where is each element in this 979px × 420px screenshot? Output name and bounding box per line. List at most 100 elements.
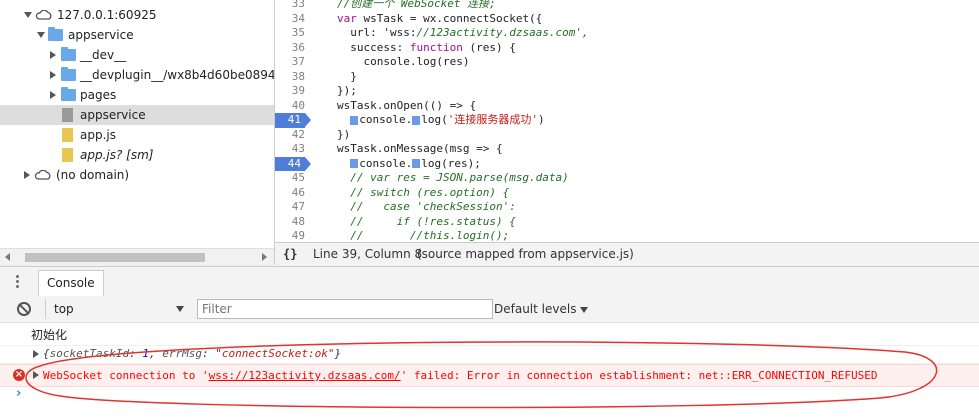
line-number[interactable]: 47	[275, 200, 305, 215]
code-line[interactable]: // //this.login();	[337, 229, 509, 242]
code-line[interactable]: wsTask.onOpen(() => {	[337, 99, 476, 114]
scrollbar-thumb[interactable]	[25, 253, 205, 262]
line-number[interactable]: 49	[275, 229, 305, 242]
tree-item-origin[interactable]: 127.0.0.1:60925	[0, 5, 274, 25]
filter-input[interactable]	[197, 299, 493, 319]
console-object-message[interactable]: {socketTaskId: 1, errMsg: "connectSocket…	[0, 345, 979, 364]
tree-item-folder[interactable]: __devplugin__/wx8b4d60be0894239e	[0, 65, 274, 85]
line-number[interactable]: 35	[275, 26, 305, 41]
line-number[interactable]: 40	[275, 99, 305, 114]
brace-close: }	[334, 347, 342, 360]
tree-item-label: appservice	[68, 28, 134, 42]
sources-navigator: 127.0.0.1:60925 appservice __dev__ __dev…	[0, 0, 275, 265]
tree-item-file[interactable]: app.js	[0, 125, 274, 145]
cursor-position: Line 39, Column 8	[313, 247, 423, 261]
code-line[interactable]: // case 'checkSession':	[337, 200, 516, 215]
line-number[interactable]: 46	[275, 186, 305, 201]
tree-item-label: __dev__	[80, 48, 127, 62]
expand-stack-icon[interactable]	[33, 371, 39, 379]
scroll-right-icon[interactable]	[262, 253, 267, 261]
code-line[interactable]: })	[337, 128, 350, 143]
scroll-left-icon[interactable]	[5, 253, 10, 261]
tree-item-file[interactable]: app.js? [sm]	[0, 145, 274, 165]
code-line[interactable]: success: function (res) {	[337, 41, 516, 56]
code-line[interactable]: url: 'wss://123activity.dzsaas.com',	[337, 26, 588, 41]
code-line[interactable]: });	[337, 84, 357, 99]
code-line[interactable]: //创建一个 WebSocket 连接;	[337, 0, 496, 12]
drawer-menu-icon[interactable]	[15, 274, 21, 290]
tree-item-label: app.js	[80, 128, 116, 142]
code-line[interactable]: console. log('连接服务器成功')	[337, 113, 545, 128]
tree-item-folder[interactable]: __dev__	[0, 45, 274, 65]
line-number[interactable]: 33	[275, 0, 305, 12]
code-line[interactable]: var wsTask = wx.connectSocket({	[337, 12, 542, 27]
folder-icon	[61, 67, 76, 81]
line-number[interactable]: 48	[275, 215, 305, 230]
code-line[interactable]: console. log(res);	[337, 157, 481, 172]
brace-open: {	[43, 347, 50, 360]
code-line[interactable]: wsTask.onMessage(msg => {	[337, 142, 503, 157]
collapse-arrow-icon[interactable]	[50, 91, 56, 99]
pretty-print-button[interactable]: {}	[283, 243, 297, 266]
clear-console-icon[interactable]	[17, 302, 31, 316]
log-levels-dropdown[interactable]: Default levels	[494, 299, 589, 319]
error-text: WebSocket connection to 'wss://123activi…	[43, 365, 877, 386]
line-number[interactable]: 39	[275, 84, 305, 99]
tree-item-label: app.js? [sm]	[80, 148, 154, 162]
code-line[interactable]: // switch (res.option) {	[337, 186, 509, 201]
cloud-icon	[35, 10, 52, 20]
collapse-arrow-icon[interactable]	[24, 171, 30, 179]
collapse-arrow-icon[interactable]	[50, 51, 56, 59]
line-number[interactable]: 43	[275, 142, 305, 157]
navigator-horizontal-scrollbar[interactable]	[0, 248, 274, 266]
drawer-tab-bar: Console	[0, 266, 979, 297]
console-error-message[interactable]: × WebSocket connection to 'wss://123acti…	[0, 364, 979, 387]
tree-item-label: 127.0.0.1:60925	[57, 8, 157, 22]
expand-object-icon[interactable]	[33, 350, 39, 358]
tree-item-origin[interactable]: (no domain)	[0, 165, 274, 185]
line-number[interactable]: 36	[275, 41, 305, 56]
tree-item-folder[interactable]: appservice	[0, 25, 274, 45]
line-number[interactable]: 34	[275, 12, 305, 27]
tree-item-label: __devplugin__/wx8b4d60be0894239e	[80, 68, 275, 82]
line-number[interactable]: 45	[275, 171, 305, 186]
code-line[interactable]: // if (!res.status) {	[337, 215, 516, 230]
expand-arrow-icon[interactable]	[24, 12, 32, 18]
console-toolbar: top Default levels	[0, 296, 979, 323]
tree-item-file-selected[interactable]: appservice	[0, 105, 274, 125]
console-prompt-icon[interactable]: ›	[16, 386, 21, 401]
object-value: "connectSocket:ok"	[215, 347, 335, 360]
dropdown-caret-icon	[176, 306, 184, 312]
breakpoint-line-number[interactable]: 41	[275, 113, 311, 128]
folder-icon	[61, 47, 76, 61]
code-line[interactable]: }	[337, 70, 357, 85]
console-log-message: 初始化	[0, 325, 979, 346]
collapse-arrow-icon[interactable]	[50, 71, 56, 79]
object-preview[interactable]: {socketTaskId: 1, errMsg: "connectSocket…	[43, 345, 341, 363]
inline-breakpoint-icon	[412, 159, 421, 168]
code-line[interactable]: // var res = JSON.parse(msg.data)	[337, 171, 569, 186]
error-url-link[interactable]: wss://123activity.dzsaas.com/	[209, 369, 401, 382]
dropdown-caret-icon	[580, 306, 589, 313]
log-levels-label: Default levels	[494, 302, 577, 316]
breakpoint-line-number[interactable]: 44	[275, 156, 311, 171]
expand-arrow-icon[interactable]	[37, 32, 45, 38]
source-map-info: (source mapped from appservice.js)	[417, 247, 634, 261]
tree-item-folder[interactable]: pages	[0, 85, 274, 105]
tab-console[interactable]: Console	[38, 270, 104, 296]
code-line[interactable]: console.log(res)	[337, 55, 469, 70]
line-number[interactable]: 42	[275, 128, 305, 143]
error-prefix: WebSocket connection to '	[43, 369, 209, 382]
tree-item-label: (no domain)	[56, 168, 130, 182]
object-value: 1	[142, 347, 149, 360]
js-file-icon	[62, 148, 73, 162]
inline-breakpoint-icon	[350, 159, 359, 168]
file-icon	[62, 108, 73, 122]
object-key: socketTaskId	[49, 347, 130, 360]
line-number[interactable]: 38	[275, 70, 305, 85]
code-editor[interactable]: 333435363738394041424344454647484950 //创…	[275, 0, 979, 242]
folder-icon	[61, 87, 76, 101]
log-text: 初始化	[31, 328, 68, 342]
line-number[interactable]: 37	[275, 55, 305, 70]
context-selector[interactable]: top	[45, 299, 188, 319]
